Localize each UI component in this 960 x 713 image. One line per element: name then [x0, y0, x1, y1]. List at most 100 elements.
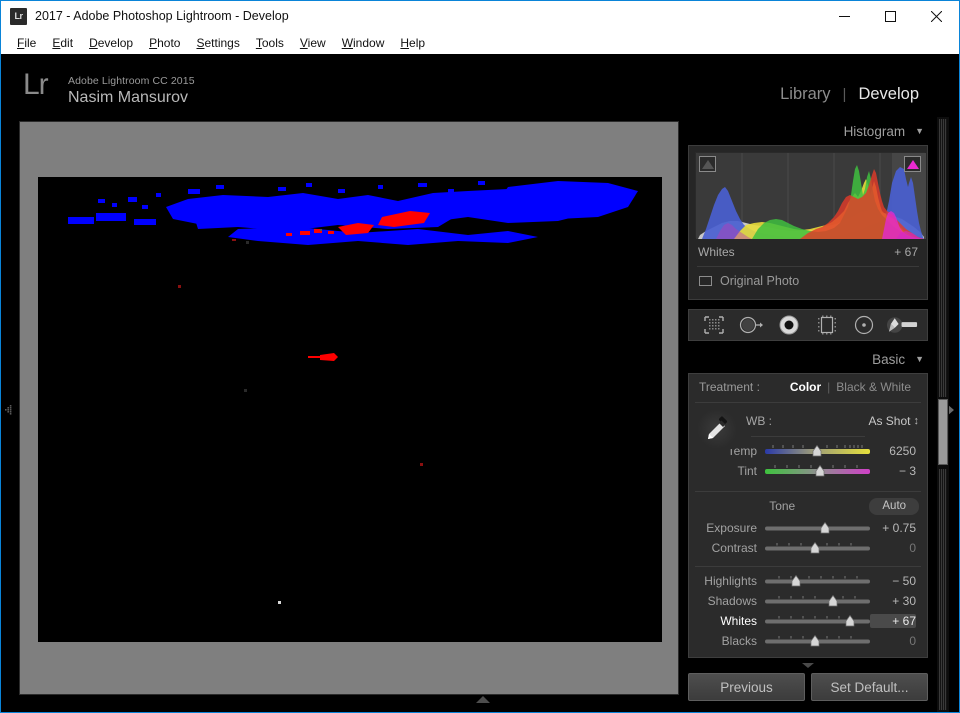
histogram-readout: Whites + 67	[695, 238, 921, 266]
crop-overlay-icon[interactable]	[697, 312, 730, 338]
menu-tools[interactable]: Tools	[248, 34, 292, 52]
histogram-readout-value: + 67	[894, 245, 918, 259]
module-picker: Library | Develop	[768, 85, 931, 104]
original-photo-label: Original Photo	[720, 274, 800, 288]
wb-stepper-icon[interactable]: ↕	[914, 415, 920, 427]
module-develop[interactable]: Develop	[846, 85, 931, 104]
treatment-color-option[interactable]: Color	[784, 380, 827, 394]
radial-filter-icon[interactable]	[848, 312, 881, 338]
whites-slider-row: Whites + 67	[689, 611, 927, 631]
histogram-graph[interactable]	[695, 152, 926, 239]
maximize-button[interactable]	[867, 1, 913, 31]
divider-presence	[695, 566, 921, 567]
window-title: 2017 - Adobe Photoshop Lightroom - Devel…	[35, 9, 289, 23]
shadow-clipping-indicator[interactable]	[699, 156, 716, 172]
adjustment-brush-icon[interactable]	[886, 312, 919, 338]
spot-removal-icon[interactable]	[735, 312, 768, 338]
chevron-down-icon-basic[interactable]: ▼	[915, 354, 924, 364]
original-photo-toggle[interactable]: Original Photo	[695, 267, 921, 293]
exposure-slider[interactable]	[765, 521, 870, 535]
lightroom-body: Lr Adobe Lightroom CC 2015 Nasim Mansuro…	[1, 54, 959, 712]
app-icon: Lr	[10, 7, 27, 25]
highlights-value[interactable]: − 50	[870, 574, 916, 588]
scrollbar-track-bottom	[939, 469, 947, 710]
menu-photo[interactable]: Photo	[141, 34, 188, 52]
menu-window[interactable]: Window	[334, 34, 393, 52]
divider-tone	[695, 491, 921, 492]
photo-clipping-overlay	[38, 177, 662, 642]
title-bar: Lr 2017 - Adobe Photoshop Lightroom - De…	[1, 1, 959, 31]
white-balance-selector-eyedropper-icon[interactable]	[697, 409, 737, 449]
image-work-area	[19, 121, 679, 695]
shadows-value[interactable]: + 30	[870, 594, 916, 608]
auto-tone-button[interactable]: Auto	[869, 497, 919, 515]
exposure-value[interactable]: + 0.75	[870, 521, 916, 535]
scrollbar-thumb[interactable]	[938, 399, 948, 465]
red-eye-correction-icon[interactable]	[773, 312, 806, 338]
develop-tool-strip	[688, 309, 928, 341]
chevron-down-icon[interactable]: ▼	[915, 126, 924, 136]
tone-header: Tone Auto	[689, 494, 927, 518]
shadows-slider-row: Shadows + 30	[689, 591, 927, 611]
lightroom-logo: Lr	[23, 68, 49, 101]
highlights-slider-row: Highlights − 50	[689, 571, 927, 591]
basic-panel: Treatment : Color | Black & White WB: A…	[688, 373, 928, 658]
right-panel-scrollbar[interactable]	[937, 117, 949, 712]
histogram-panel-title: Histogram	[843, 123, 906, 139]
white-balance-section: WB : As Shot ↕ Temp 6250 Tint − 3	[689, 405, 927, 489]
basic-panel-header[interactable]: Basic ▼	[682, 345, 934, 373]
previous-button[interactable]: Previous	[688, 673, 805, 701]
blacks-slider[interactable]	[765, 634, 870, 648]
shadow-clipping-triangle-icon	[701, 159, 714, 169]
blacks-value[interactable]: 0	[870, 634, 916, 648]
temp-slider[interactable]	[765, 444, 870, 458]
treatment-label: Treatment :	[699, 380, 760, 394]
set-default-button[interactable]: Set Default...	[811, 673, 928, 701]
filmstrip-toggle[interactable]	[475, 696, 491, 706]
close-button[interactable]	[913, 1, 959, 31]
contrast-label: Contrast	[711, 541, 757, 555]
histogram-box: Whites + 67 Original Photo	[688, 145, 928, 300]
treatment-bw-option[interactable]: Black & White	[830, 380, 917, 394]
left-panel-toggle[interactable]	[5, 402, 14, 418]
tone-label: Tone	[769, 499, 796, 513]
menu-bar: File Edit Develop Photo Settings Tools V…	[1, 31, 959, 54]
exposure-slider-row: Exposure + 0.75	[689, 518, 927, 538]
wb-value[interactable]: As Shot	[868, 414, 910, 428]
basic-panel-collapse-arrow[interactable]	[682, 661, 934, 669]
menu-develop[interactable]: Develop	[81, 34, 141, 52]
menu-file[interactable]: File	[9, 34, 44, 52]
contrast-value[interactable]: 0	[870, 541, 916, 555]
contrast-slider[interactable]	[765, 541, 870, 555]
photo-canvas[interactable]	[38, 177, 662, 642]
identity-plate-bar: Lr Adobe Lightroom CC 2015 Nasim Mansuro…	[1, 54, 959, 117]
right-panel: Histogram ▼ Whites + 67 Original Photo B…	[682, 117, 934, 712]
tint-slider[interactable]	[765, 464, 870, 478]
whites-value[interactable]: + 67	[870, 614, 916, 628]
menu-edit[interactable]: Edit	[44, 34, 81, 52]
histogram-panel-header[interactable]: Histogram ▼	[682, 117, 934, 145]
highlight-clipping-triangle-icon	[906, 159, 919, 169]
tint-label: Tint	[737, 464, 757, 478]
menu-help[interactable]: Help	[392, 34, 433, 52]
divider	[695, 402, 921, 403]
basic-panel-title: Basic	[872, 351, 906, 367]
checkbox-icon[interactable]	[699, 276, 712, 286]
temp-value[interactable]: 6250	[870, 444, 916, 458]
blacks-slider-row: Blacks 0	[689, 631, 927, 651]
shadows-slider[interactable]	[765, 594, 870, 608]
wb-divider	[751, 436, 865, 437]
highlights-slider[interactable]	[765, 574, 870, 588]
whites-label: Whites	[720, 614, 757, 628]
menu-settings[interactable]: Settings	[188, 34, 247, 52]
minimize-button[interactable]	[821, 1, 867, 31]
menu-view[interactable]: View	[292, 34, 334, 52]
contrast-slider-row: Contrast 0	[689, 538, 927, 558]
module-library[interactable]: Library	[768, 85, 842, 104]
whites-slider[interactable]	[765, 614, 870, 628]
histogram-plot	[696, 153, 926, 239]
graduated-filter-icon[interactable]	[810, 312, 843, 338]
tint-value[interactable]: − 3	[870, 464, 916, 478]
shadows-label: Shadows	[707, 594, 757, 608]
highlight-clipping-indicator[interactable]	[904, 156, 921, 172]
